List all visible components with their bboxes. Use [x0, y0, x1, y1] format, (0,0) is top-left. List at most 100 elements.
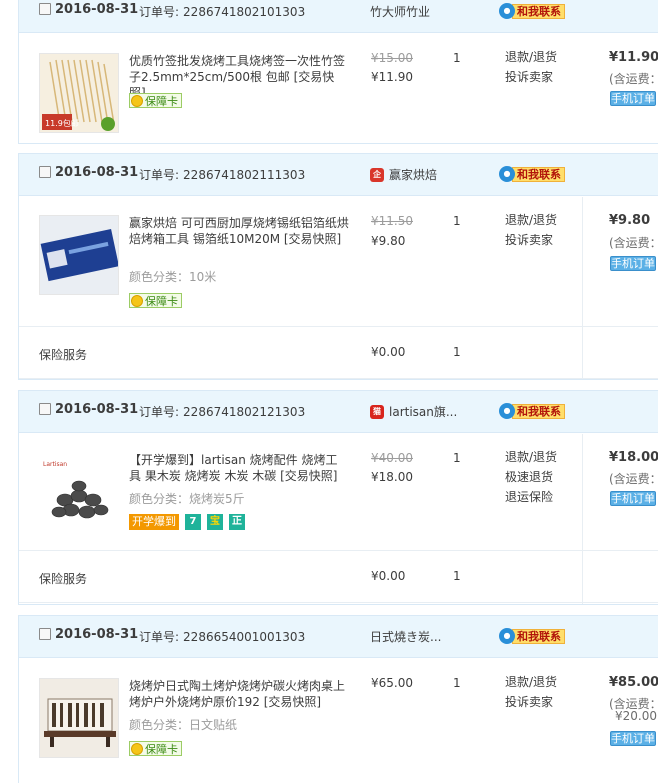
complain-link[interactable]: 投诉卖家 [505, 230, 557, 250]
promo-badge[interactable]: 开学爆到 [129, 514, 179, 530]
order-number: 订单号: 2286741802101303 [139, 5, 306, 19]
return-insurance-link[interactable]: 退运保险 [505, 487, 557, 507]
unit-price: ¥65.00 [371, 676, 413, 690]
consumer-protection-icon[interactable]: 宝 [207, 514, 223, 530]
badge-row: 保障卡 [129, 93, 182, 108]
order-header: 2016-08-31 订单号: 2286741802121303 猫 lartisa… [19, 391, 658, 433]
badge-row: 开学爆到 7 宝 正 [129, 514, 245, 530]
order-total: ¥9.80 [609, 213, 651, 228]
order-item-row: Lartisan 【开学爆到】lartisan 烧烤配件 烧烤工具 果木炭 烧烤… [19, 433, 658, 551]
charcoal-image: Lartisan [43, 461, 109, 519]
foil-roll-image [40, 228, 118, 282]
guarantee-icon [131, 742, 143, 755]
grill-image [44, 698, 116, 747]
insurance-label: 保险服务 [39, 348, 88, 362]
product-sku: 颜色分类：烧烤炭5斤 [129, 492, 245, 506]
badge-row: 保障卡 [129, 741, 182, 756]
product-thumbnail[interactable] [39, 678, 119, 758]
order-date: 2016-08-31 [55, 2, 139, 17]
seven-day-return-icon[interactable]: 7 [185, 514, 201, 530]
quantity: 1 [453, 214, 461, 228]
contact-seller-button[interactable]: ● 和我联系 [499, 3, 565, 19]
insurance-price: ¥0.00 [371, 569, 406, 583]
genuine-guarantee-icon[interactable]: 正 [229, 514, 245, 530]
shop-logo-icon: 企 [370, 167, 384, 182]
skewer-image: 11.9包邮 [42, 59, 115, 131]
chat-icon: ● [499, 628, 515, 644]
order-card: 2016-08-31 订单号: 2286741802121303 猫 lartisa… [18, 390, 658, 605]
svg-text:Lartisan: Lartisan [43, 461, 67, 468]
order-item-row: 烧烤炉日式陶土烤炉烧烤炉碳火烤肉桌上烤炉户外烧烤炉原价192 [交易快照] 颜色… [19, 658, 658, 783]
order-number: 订单号: 2286741802121303 [139, 405, 306, 419]
item-actions: 退款/退货 极速退货 退运保险 [505, 447, 557, 507]
badge-row: 保障卡 [129, 293, 182, 308]
order-total: ¥18.00 [609, 450, 658, 465]
column-divider [582, 197, 583, 379]
order-header: 2016-08-31 订单号: 2286741802111303 企赢家烘焙 ● 和… [19, 154, 658, 196]
order-checkbox[interactable] [39, 403, 51, 415]
order-checkbox[interactable] [39, 166, 51, 178]
order-date: 2016-08-31 [55, 627, 139, 642]
unit-price: ¥9.80 [371, 234, 406, 248]
guarantee-card-badge[interactable]: 保障卡 [129, 741, 182, 756]
shop-name[interactable]: 日式燒き炭... [370, 628, 441, 645]
insurance-label: 保险服务 [39, 572, 88, 586]
order-date: 2016-08-31 [55, 165, 139, 180]
guarantee-card-badge[interactable]: 保障卡 [129, 293, 182, 308]
order-number: 订单号: 2286741802111303 [139, 168, 306, 182]
product-title-link[interactable]: 赢家烘焙 可可西厨加厚烧烤锡纸铝箔纸烘焙烤箱工具 锡箔纸10M20M [交易快照… [129, 215, 349, 247]
order-card: 2016-08-31 订单号: 2286741802101303 竹大师竹业 ● 和… [18, 0, 658, 144]
mobile-order-button[interactable]: 手机订单 [610, 731, 656, 746]
insurance-row: 保险服务 ¥0.00 1 [19, 327, 658, 379]
shop-name[interactable]: 猫 lartisan旗... [370, 403, 457, 420]
order-item-row: 11.9包邮 优质竹签批发烧烤工具烧烤签一次性竹签子2.5mm*25cm/500… [19, 33, 658, 144]
unit-price: ¥11.90 [371, 70, 413, 84]
chat-icon: ● [499, 166, 515, 182]
insurance-qty: 1 [453, 569, 461, 583]
order-total: ¥11.90 [609, 50, 658, 65]
shipping-fee: (含运费：¥0 [609, 472, 658, 486]
refund-link[interactable]: 退款/退货 [505, 447, 557, 467]
contact-seller-button[interactable]: ● 和我联系 [499, 403, 565, 419]
original-price: ¥40.00 [371, 451, 413, 465]
order-card: 2016-08-31 订单号: 2286654001001303 日式燒き炭...… [18, 615, 658, 783]
column-divider [582, 434, 583, 604]
shop-name[interactable]: 竹大师竹业 [370, 3, 430, 20]
contact-seller-button[interactable]: ● 和我联系 [499, 628, 565, 644]
complain-link[interactable]: 投诉卖家 [505, 692, 557, 712]
product-thumbnail[interactable]: 11.9包邮 [39, 53, 119, 133]
refund-link[interactable]: 退款/退货 [505, 672, 557, 692]
shop-name[interactable]: 企赢家烘焙 [370, 166, 437, 183]
mobile-order-button[interactable]: 手机订单 [610, 491, 656, 506]
mobile-order-button[interactable]: 手机订单 [610, 91, 656, 106]
item-actions: 退款/退货 投诉卖家 [505, 210, 557, 250]
item-actions: 退款/退货 投诉卖家 [505, 47, 557, 87]
product-thumbnail[interactable] [39, 215, 119, 295]
product-thumbnail[interactable]: Lartisan [39, 452, 119, 532]
insurance-price: ¥0.00 [371, 345, 406, 359]
original-price: ¥15.00 [371, 51, 413, 65]
refund-link[interactable]: 退款/退货 [505, 210, 557, 230]
guarantee-icon [131, 94, 143, 107]
insurance-row: 保险服务 ¥0.00 1 [19, 551, 658, 603]
order-number: 订单号: 2286654001001303 [139, 630, 306, 644]
chat-icon: ● [499, 3, 515, 19]
quantity: 1 [453, 676, 461, 690]
quantity: 1 [453, 451, 461, 465]
order-card: 2016-08-31 订单号: 2286741802111303 企赢家烘焙 ● 和… [18, 153, 658, 380]
fast-return-link[interactable]: 极速退货 [505, 467, 557, 487]
product-title-link[interactable]: 烧烤炉日式陶土烤炉烧烤炉碳火烤肉桌上烤炉户外烧烤炉原价192 [交易快照] [129, 678, 349, 710]
original-price: ¥11.50 [371, 214, 413, 228]
quantity: 1 [453, 51, 461, 65]
complain-link[interactable]: 投诉卖家 [505, 67, 557, 87]
svg-text:11.9包邮: 11.9包邮 [45, 118, 79, 128]
mobile-order-button[interactable]: 手机订单 [610, 256, 656, 271]
refund-link[interactable]: 退款/退货 [505, 47, 557, 67]
order-checkbox[interactable] [39, 3, 51, 15]
order-checkbox[interactable] [39, 628, 51, 640]
guarantee-card-badge[interactable]: 保障卡 [129, 93, 182, 108]
order-date: 2016-08-31 [55, 402, 139, 417]
contact-seller-button[interactable]: ● 和我联系 [499, 166, 565, 182]
product-title-link[interactable]: 【开学爆到】lartisan 烧烤配件 烧烤工具 果木炭 烧烤炭 木炭 木碳 [… [129, 452, 349, 484]
shipping-fee: (含运费：¥0 [609, 72, 658, 86]
